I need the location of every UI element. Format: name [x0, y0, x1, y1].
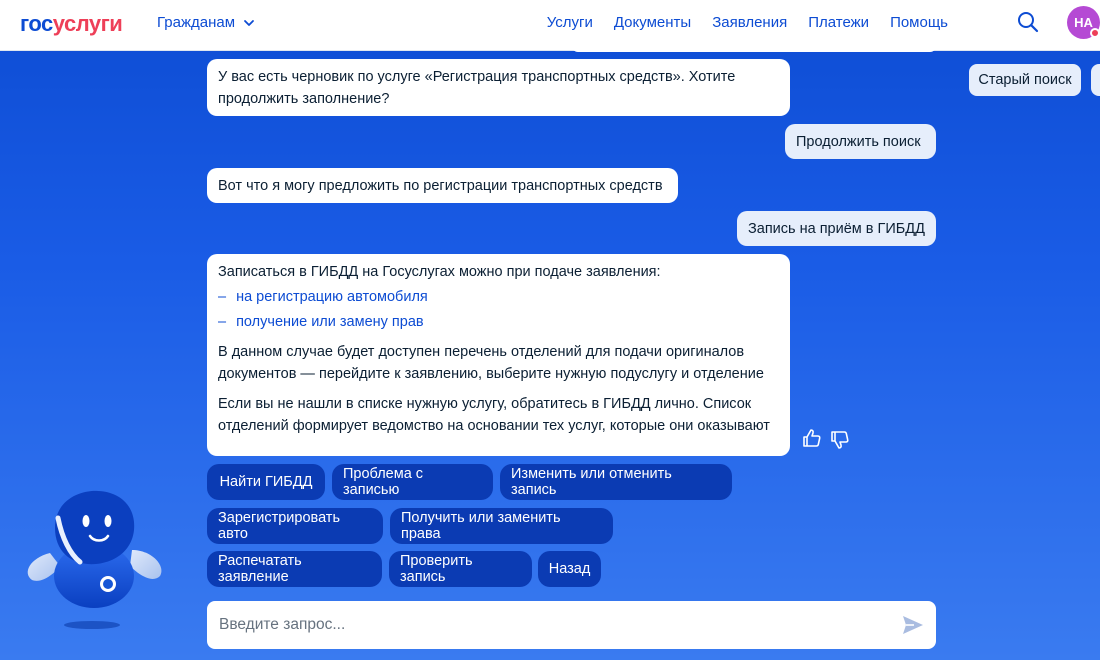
- robot-assistant-icon: [27, 490, 162, 629]
- list-item: – на регистрацию автомобиля: [218, 286, 779, 308]
- nav-item-help[interactable]: Помощь: [890, 14, 948, 31]
- print-application-button[interactable]: Распечатать заявление: [207, 551, 382, 587]
- send-icon[interactable]: [901, 614, 925, 636]
- bot-message: Вот что я могу предложить по регистрации…: [207, 168, 678, 203]
- booking-problem-button[interactable]: Проблема с записью: [332, 464, 493, 500]
- next-button-edge: [1091, 64, 1100, 96]
- check-booking-button[interactable]: Проверить запись: [389, 551, 532, 587]
- list-dash: –: [218, 289, 227, 305]
- register-car-button[interactable]: Зарегистрировать авто: [207, 508, 383, 544]
- query-input[interactable]: [219, 601, 889, 649]
- main-nav: Услуги Документы Заявления Платежи Помощ…: [547, 14, 948, 31]
- bot-message-gibdd-info: Записаться в ГИБДД на Госуслугах можно п…: [207, 254, 790, 456]
- message-paragraph: Если вы не нашли в списке нужную услугу,…: [218, 396, 770, 434]
- previous-message-edge: [572, 46, 936, 52]
- link-car-registration[interactable]: на регистрацию автомобиля: [236, 286, 428, 308]
- message-paragraph: В данном случае будет доступен перечень …: [218, 344, 764, 382]
- nav-item-services[interactable]: Услуги: [547, 14, 593, 31]
- top-header: госуслуги Гражданам Услуги Документы Зая…: [0, 0, 1100, 51]
- chevron-down-icon: [244, 19, 254, 26]
- nav-item-payments[interactable]: Платежи: [808, 14, 869, 31]
- thumbs-up-icon[interactable]: [802, 428, 822, 448]
- user-message: Продолжить поиск: [785, 124, 936, 159]
- audience-label: Гражданам: [157, 14, 236, 31]
- logo-part-gos: гос: [20, 11, 53, 36]
- user-message: Запись на приём в ГИБДД: [737, 211, 936, 246]
- list-item: – получение или замену прав: [218, 311, 779, 333]
- logo-part-uslugi: услуги: [52, 11, 123, 36]
- thumbs-down-icon[interactable]: [830, 430, 850, 450]
- gosuslugi-logo[interactable]: госуслуги: [20, 11, 123, 37]
- bot-message: У вас есть черновик по услуге «Регистрац…: [207, 59, 790, 116]
- notification-dot: [1090, 28, 1100, 38]
- nav-item-applications[interactable]: Заявления: [712, 14, 787, 31]
- audience-dropdown[interactable]: Гражданам: [157, 14, 255, 31]
- old-search-button[interactable]: Старый поиск: [969, 64, 1081, 96]
- back-button[interactable]: Назад: [538, 551, 601, 587]
- list-dash: –: [218, 314, 227, 330]
- find-gibdd-button[interactable]: Найти ГИБДД: [207, 464, 325, 500]
- query-input-container: [207, 601, 936, 649]
- change-booking-button[interactable]: Изменить или отменить запись: [500, 464, 732, 500]
- nav-item-documents[interactable]: Документы: [614, 14, 691, 31]
- search-icon[interactable]: [1016, 10, 1040, 34]
- message-intro: Записаться в ГИБДД на Госуслугах можно п…: [218, 264, 661, 280]
- get-license-button[interactable]: Получить или заменить права: [390, 508, 613, 544]
- link-license-replacement[interactable]: получение или замену прав: [236, 311, 424, 333]
